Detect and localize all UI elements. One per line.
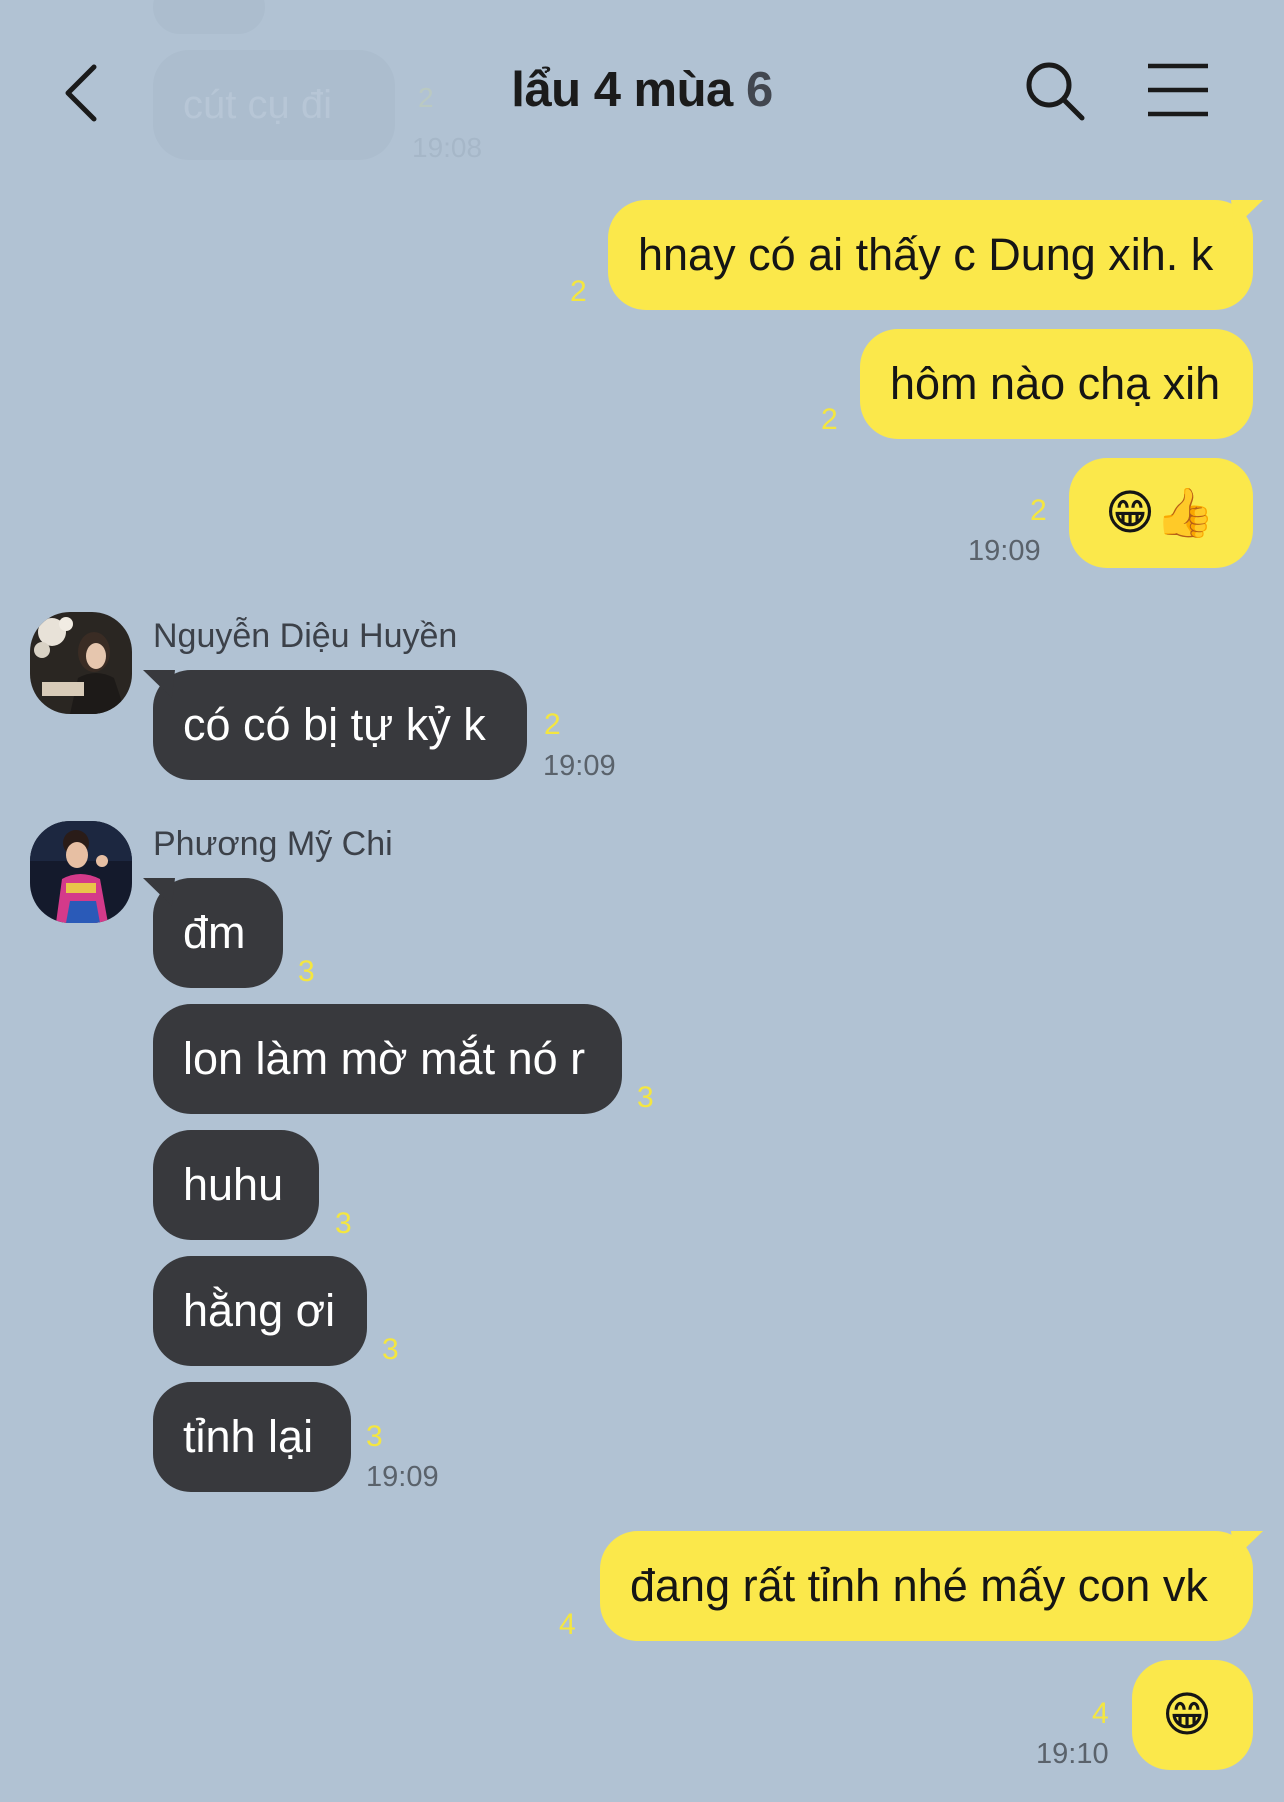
grin-thumbs-up-emoji: 😁👍	[1105, 485, 1215, 541]
read-count: 3	[335, 1207, 352, 1240]
read-count: 2	[570, 275, 587, 308]
their-message-bubble[interactable]: lon làm mờ mắt nó r	[153, 1004, 622, 1114]
sender-name: Nguyễn Diệu Huyền	[153, 617, 458, 655]
chat-member-count: 6	[745, 63, 773, 117]
their-message-bubble[interactable]: hằng ơi	[153, 1256, 367, 1366]
message-timestamp: 19:10	[1036, 1738, 1109, 1770]
my-message-bubble[interactable]: hôm nào chạ xih	[860, 329, 1253, 439]
their-message-bubble[interactable]: tỉnh lại	[153, 1382, 351, 1492]
read-count: 2	[544, 708, 561, 741]
my-message-bubble[interactable]: 😁	[1132, 1660, 1253, 1770]
message-text: huhu	[183, 1159, 284, 1210]
avatar-photo	[30, 821, 132, 923]
sender-name: Phương Mỹ Chi	[153, 825, 393, 863]
chat-header: lẩu 4 mùa 6	[0, 0, 1284, 185]
hamburger-menu-icon	[1148, 63, 1208, 117]
read-count: 3	[298, 955, 315, 988]
menu-button[interactable]	[1146, 62, 1210, 118]
chat-title-name: lẩu 4 mùa	[511, 63, 733, 117]
message-text: tỉnh lại	[183, 1411, 314, 1462]
my-message-bubble[interactable]: đang rất tỉnh nhé mấy con vk	[600, 1531, 1253, 1641]
message-text: hằng ơi	[183, 1285, 336, 1336]
their-message-bubble[interactable]: huhu	[153, 1130, 319, 1240]
my-message-bubble[interactable]: hnay có ai thấy c Dung xih. k	[608, 200, 1253, 310]
message-text: hnay có ai thấy c Dung xih. k	[638, 229, 1214, 280]
message-text: đang rất tỉnh nhé mấy con vk	[630, 1560, 1208, 1611]
read-count: 4	[1092, 1697, 1109, 1730]
read-count: 3	[366, 1420, 383, 1453]
avatar-photo	[30, 612, 132, 714]
their-message-bubble[interactable]: đm	[153, 878, 283, 988]
read-count: 4	[559, 1608, 576, 1641]
search-icon	[1026, 62, 1085, 121]
my-message-bubble[interactable]: 😁👍	[1069, 458, 1253, 568]
read-count: 2	[821, 403, 838, 436]
message-timestamp: 19:09	[366, 1461, 439, 1493]
search-button[interactable]	[1022, 58, 1088, 124]
their-message-bubble[interactable]: có có bị tự kỷ k	[153, 670, 527, 780]
message-text: lon làm mờ mắt nó r	[183, 1033, 586, 1084]
read-count: 2	[1030, 494, 1047, 527]
message-timestamp: 19:09	[968, 535, 1041, 567]
message-text: hôm nào chạ xih	[890, 358, 1221, 409]
read-count: 3	[382, 1333, 399, 1366]
message-timestamp: 19:09	[543, 750, 616, 782]
chat-title: lẩu 4 mùa 6	[0, 62, 1284, 118]
avatar[interactable]	[30, 821, 132, 923]
read-count: 3	[637, 1081, 654, 1114]
message-text: đm	[183, 907, 246, 958]
avatar[interactable]	[30, 612, 132, 714]
message-text: có có bị tự kỷ k	[183, 699, 486, 750]
grin-emoji: 😁	[1162, 1687, 1213, 1743]
